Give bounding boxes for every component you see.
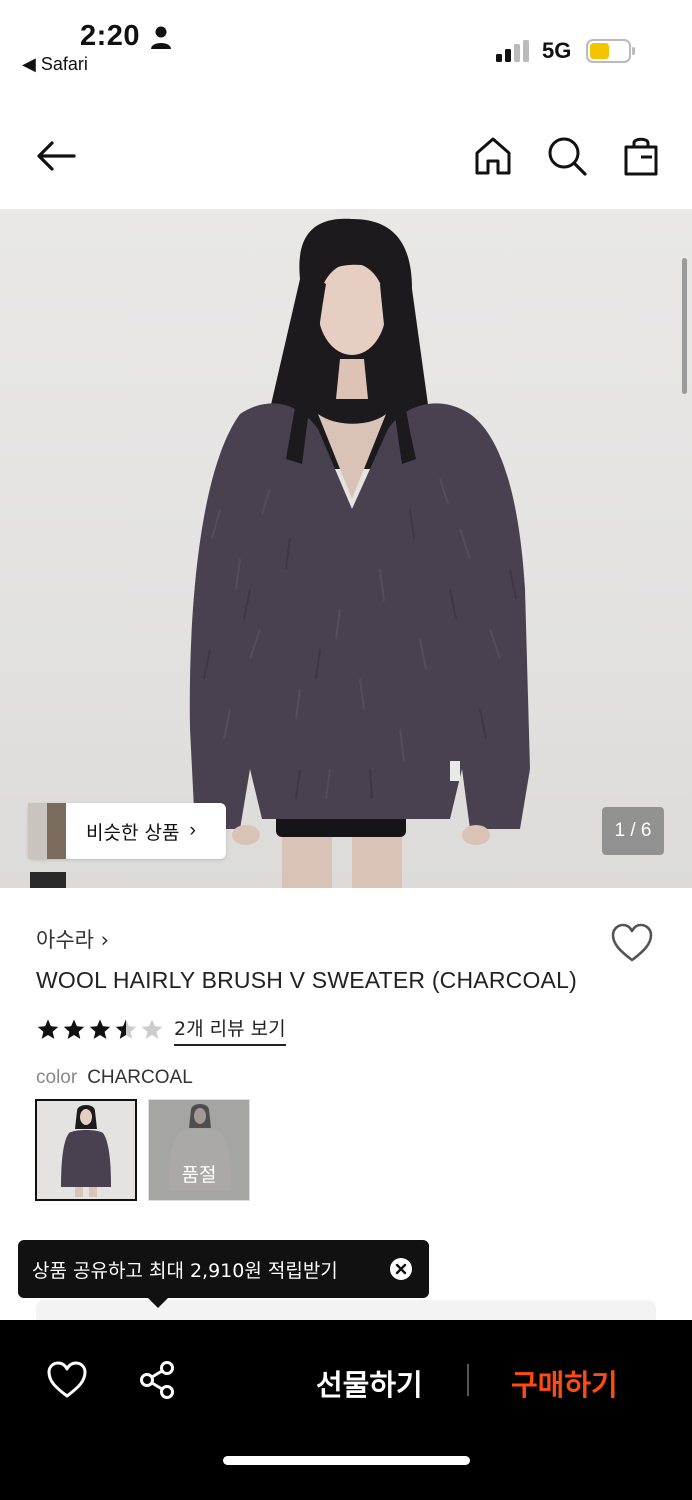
battery-icon <box>586 39 635 63</box>
home-icon[interactable] <box>471 134 515 178</box>
product-image[interactable] <box>0 209 692 888</box>
product-title: WOOL HAIRLY BRUSH V SWEATER (CHARCOAL) <box>36 967 577 993</box>
heart-icon[interactable] <box>46 1360 88 1400</box>
color-swatch-charcoal[interactable] <box>35 1099 137 1201</box>
person-icon <box>151 26 171 49</box>
reviews-link[interactable]: 2개 리뷰 보기 <box>174 1014 286 1046</box>
heart-outline-icon[interactable] <box>610 922 654 964</box>
buy-button[interactable]: 구매하기 <box>511 1362 618 1404</box>
star-icon <box>141 1019 163 1039</box>
scroll-indicator[interactable] <box>682 258 687 394</box>
share-reward-tooltip: 상품 공유하고 최대 2,910원 적립받기 <box>18 1240 429 1308</box>
signal-icon <box>496 40 529 62</box>
back-arrow-icon[interactable] <box>34 134 78 178</box>
thumbnail-strip-item[interactable] <box>30 872 66 888</box>
tooltip-tail <box>148 1298 168 1308</box>
tooltip-text: 상품 공유하고 최대 2,910원 적립받기 <box>32 1259 338 1282</box>
rating-row: 2개 리뷰 보기 <box>36 1014 286 1046</box>
color-row: color CHARCOAL <box>36 1067 193 1089</box>
star-icon <box>89 1019 111 1039</box>
back-to-safari[interactable]: ◀ Safari <box>22 54 88 75</box>
divider <box>467 1364 469 1396</box>
similar-products-button[interactable]: 비슷한 상품 › <box>28 803 226 859</box>
swatch-image <box>37 1101 135 1199</box>
top-nav <box>0 120 692 200</box>
bottom-action-bar: 선물하기 구매하기 <box>0 1320 692 1500</box>
color-swatch-soldout[interactable]: 품절 <box>148 1099 250 1201</box>
star-icon <box>37 1019 59 1039</box>
share-icon[interactable] <box>138 1360 178 1400</box>
similar-products-thumbnails <box>28 803 66 859</box>
soldout-label: 품절 <box>149 1100 249 1200</box>
rating-stars <box>36 1018 164 1042</box>
brand-link[interactable]: 아수라 › <box>36 924 109 954</box>
status-bar: 2:20 ◀ Safari 5G <box>0 0 692 90</box>
model-photo <box>189 218 530 888</box>
star-icon <box>115 1019 137 1039</box>
close-icon[interactable] <box>390 1258 412 1280</box>
similar-products-label: 비슷한 상품 <box>86 821 180 844</box>
color-label: color <box>36 1067 78 1088</box>
search-icon[interactable] <box>545 134 589 178</box>
shopping-bag-icon[interactable] <box>619 134 663 178</box>
color-value: CHARCOAL <box>87 1067 193 1088</box>
chevron-right-icon: › <box>189 820 196 841</box>
status-time: 2:20 <box>80 20 141 52</box>
page-indicator: 1 / 6 <box>602 807 664 855</box>
star-icon <box>63 1019 85 1039</box>
gift-button[interactable]: 선물하기 <box>316 1362 423 1404</box>
network-label: 5G <box>542 38 572 63</box>
home-indicator[interactable] <box>223 1456 470 1465</box>
